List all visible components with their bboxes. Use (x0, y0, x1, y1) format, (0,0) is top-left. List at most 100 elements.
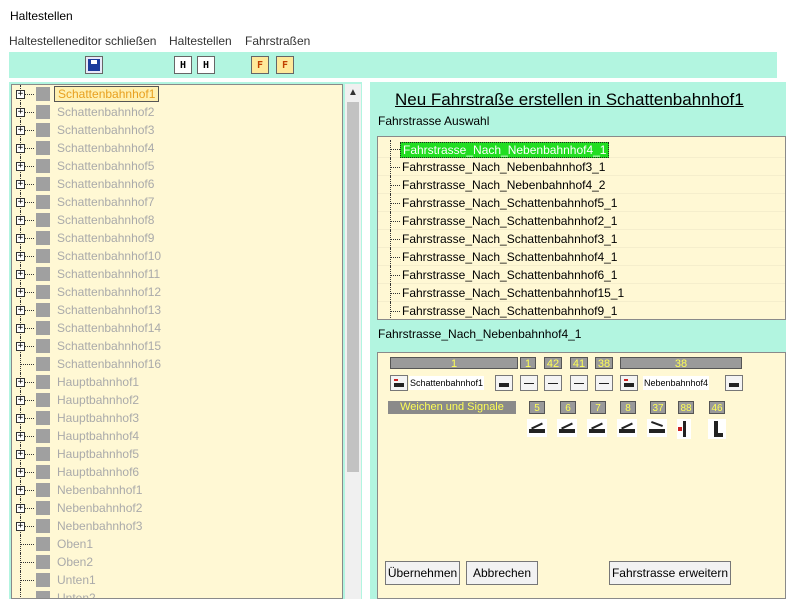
route-item[interactable]: Fahrstrasse_Nach_Schattenbahnhof9_1 (378, 302, 785, 319)
route-item[interactable]: Fahrstrasse_Nach_Schattenbahnhof4_1 (378, 248, 785, 266)
expand-icon[interactable]: + (16, 468, 25, 477)
track-segment-icon[interactable] (570, 375, 588, 391)
tree-item-label: Schattenbahnhof10 (57, 249, 162, 263)
ubernehmen-button[interactable]: Übernehmen (385, 561, 460, 585)
expand-icon[interactable]: + (16, 432, 25, 441)
h-icon[interactable]: H (174, 56, 192, 74)
route-item-label: Fahrstrasse_Nach_Nebenbahnhof4_2 (402, 178, 606, 192)
expand-icon[interactable]: + (16, 414, 25, 423)
turnout-icon[interactable] (587, 419, 607, 437)
route-item[interactable]: Fahrstrasse_Nach_Schattenbahnhof3_1 (378, 230, 785, 248)
route-item[interactable]: Fahrstrasse_Nach_Schattenbahnhof15_1 (378, 284, 785, 302)
tree-item[interactable]: + Nebenbahnhof2 (12, 499, 342, 517)
tree-item-label: Schattenbahnhof5 (57, 159, 155, 173)
fahrstrasse-erweitern-button[interactable]: Fahrstrasse erweitern (609, 561, 731, 585)
tree-item[interactable]: Unten2 (12, 589, 342, 598)
tree-item[interactable]: Oben2 (12, 553, 342, 571)
expand-icon[interactable]: + (16, 108, 25, 117)
tree-item[interactable]: + Schattenbahnhof5 (12, 157, 342, 175)
tree-item[interactable]: + Schattenbahnhof14 (12, 319, 342, 337)
tree-item[interactable]: + Hauptbahnhof6 (12, 463, 342, 481)
expand-icon[interactable]: + (16, 180, 25, 189)
expand-icon[interactable]: + (16, 324, 25, 333)
tree-item[interactable]: + Schattenbahnhof10 (12, 247, 342, 265)
expand-icon[interactable]: + (16, 504, 25, 513)
tree-item[interactable]: + Nebenbahnhof3 (12, 517, 342, 535)
block-icon[interactable] (725, 375, 743, 391)
tree-item[interactable]: + Schattenbahnhof9 (12, 229, 342, 247)
station-tree[interactable]: + Schattenbahnhof1 + Schattenbahnhof2 + Schat… (11, 84, 343, 599)
track-segment-icon[interactable] (520, 375, 538, 391)
expand-icon[interactable]: + (16, 522, 25, 531)
tree-item[interactable]: + Schattenbahnhof3 (12, 121, 342, 139)
tree-item[interactable]: + Schattenbahnhof6 (12, 175, 342, 193)
tree-item[interactable]: Oben1 (12, 535, 342, 553)
tree-item[interactable]: + Schattenbahnhof2 (12, 103, 342, 121)
route-list[interactable]: Fahrstrasse_Nach_Nebenbahnhof4_1 Fahrstra… (377, 136, 786, 320)
start-block-icon[interactable] (390, 375, 408, 391)
tree-item[interactable]: Schattenbahnhof16 (12, 355, 342, 373)
route-item[interactable]: Fahrstrasse_Nach_Nebenbahnhof4_2 (378, 176, 785, 194)
expand-icon[interactable]: + (16, 144, 25, 153)
expand-icon[interactable]: + (16, 126, 25, 135)
menu-item-fahrstrassen[interactable]: Fahrstraßen (245, 34, 310, 48)
tree-item[interactable]: + Nebenbahnhof1 (12, 481, 342, 499)
route-item[interactable]: Fahrstrasse_Nach_Schattenbahnhof2_1 (378, 212, 785, 230)
tree-item[interactable]: + Schattenbahnhof7 (12, 193, 342, 211)
menu-item-close-editor[interactable]: Haltestelleneditor schließen (9, 34, 156, 48)
expand-icon[interactable]: + (16, 234, 25, 243)
scroll-thumb[interactable] (347, 102, 359, 472)
tree-item[interactable]: + Schattenbahnhof8 (12, 211, 342, 229)
expand-icon[interactable]: + (16, 162, 25, 171)
tree-item[interactable]: + Hauptbahnhof3 (12, 409, 342, 427)
scroll-up-icon[interactable]: ▲ (345, 84, 361, 100)
tree-item[interactable]: + Schattenbahnhof4 (12, 139, 342, 157)
signal-icon[interactable] (708, 419, 726, 439)
expand-icon[interactable]: + (16, 396, 25, 405)
station-icon (36, 249, 50, 263)
expand-icon[interactable]: + (16, 288, 25, 297)
expand-icon[interactable]: + (16, 450, 25, 459)
tree-item[interactable]: + Schattenbahnhof13 (12, 301, 342, 319)
turnout-icon[interactable] (527, 419, 547, 437)
route-item[interactable]: Fahrstrasse_Nach_Schattenbahnhof5_1 (378, 194, 785, 212)
menu-item-haltestellen[interactable]: Haltestellen (169, 34, 232, 48)
tree-item-label: Schattenbahnhof7 (57, 195, 155, 209)
tree-item[interactable]: + Schattenbahnhof12 (12, 283, 342, 301)
expand-icon[interactable]: + (16, 252, 25, 261)
route-item[interactable]: Fahrstrasse_Nach_Nebenbahnhof4_1 (378, 140, 785, 158)
turnout-icon[interactable] (557, 419, 577, 437)
expand-icon[interactable]: + (16, 342, 25, 351)
expand-icon[interactable]: + (16, 486, 25, 495)
tree-item[interactable]: + Hauptbahnhof2 (12, 391, 342, 409)
h2-icon[interactable]: H (197, 56, 215, 74)
tree-item[interactable]: + Hauptbahnhof1 (12, 373, 342, 391)
turnout-icon[interactable] (617, 419, 637, 437)
bar-value: 41 (570, 357, 588, 370)
block-icon[interactable] (495, 375, 513, 391)
expand-icon[interactable]: + (16, 270, 25, 279)
track-segment-icon[interactable] (544, 375, 562, 391)
track-segment-icon[interactable] (595, 375, 613, 391)
save-icon[interactable] (85, 56, 103, 74)
f-icon[interactable]: F (251, 56, 269, 74)
f2-icon[interactable]: F (276, 56, 294, 74)
end-block-icon[interactable] (620, 375, 638, 391)
expand-icon[interactable]: + (16, 378, 25, 387)
route-item[interactable]: Fahrstrasse_Nach_Schattenbahnhof6_1 (378, 266, 785, 284)
expand-icon[interactable]: + (16, 216, 25, 225)
expand-icon[interactable]: + (16, 306, 25, 315)
tree-item[interactable]: + Hauptbahnhof4 (12, 427, 342, 445)
turnout-icon[interactable] (647, 419, 667, 437)
expand-icon[interactable]: + (16, 198, 25, 207)
signal-icon[interactable] (677, 419, 691, 439)
tree-item[interactable]: Unten1 (12, 571, 342, 589)
tree-item[interactable]: + Schattenbahnhof11 (12, 265, 342, 283)
tree-item[interactable]: + Schattenbahnhof15 (12, 337, 342, 355)
route-item[interactable]: Fahrstrasse_Nach_Nebenbahnhof3_1 (378, 158, 785, 176)
tree-scrollbar[interactable]: ▲ (345, 84, 361, 599)
abbrechen-button[interactable]: Abbrechen (466, 561, 538, 585)
tree-item[interactable]: + Schattenbahnhof1 (12, 85, 342, 103)
tree-item[interactable]: + Hauptbahnhof5 (12, 445, 342, 463)
expand-icon[interactable]: + (16, 90, 25, 99)
